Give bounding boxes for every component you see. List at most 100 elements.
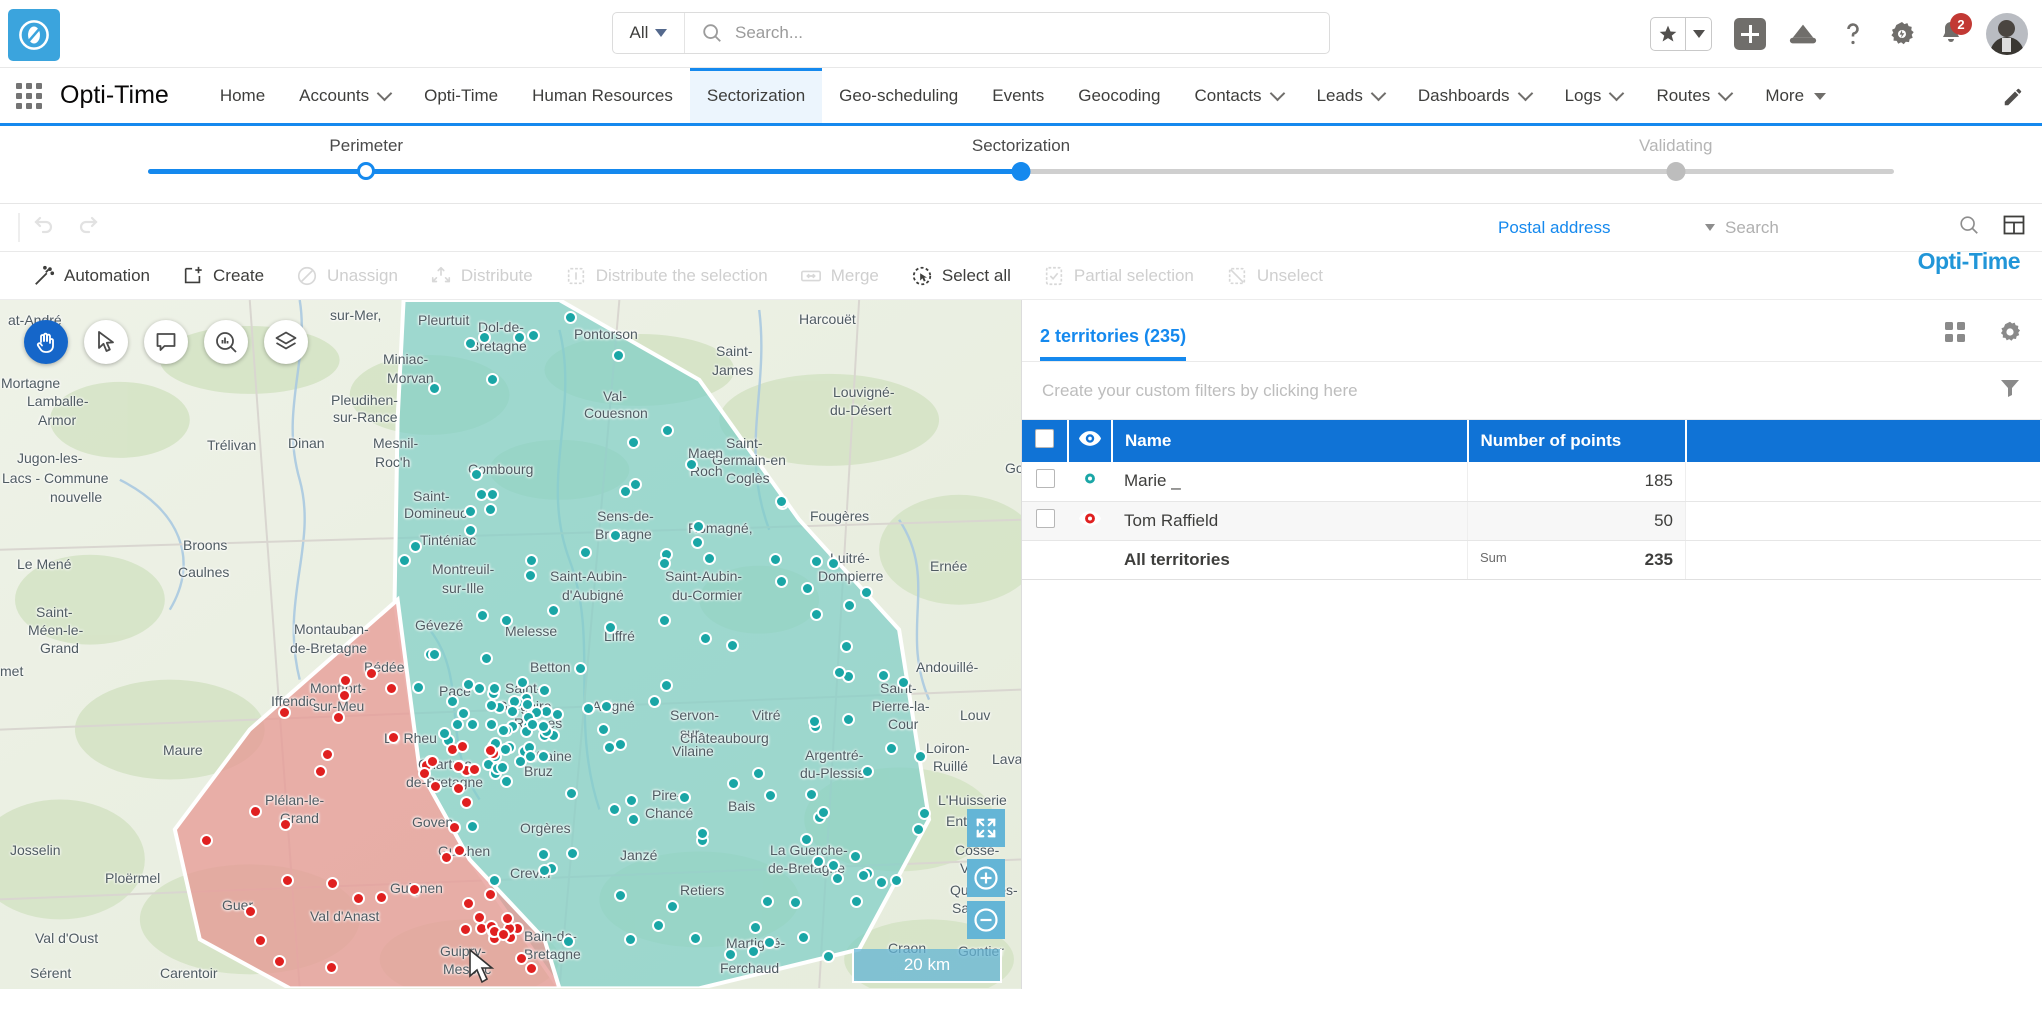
map-point-marie[interactable] xyxy=(799,832,813,846)
map-point-marie[interactable] xyxy=(677,791,691,805)
map-point-marie[interactable] xyxy=(427,647,441,661)
map-point-marie[interactable] xyxy=(874,876,888,890)
map-point-marie[interactable] xyxy=(524,749,538,763)
map-point-tom[interactable] xyxy=(313,764,327,778)
map-point-tom[interactable] xyxy=(451,781,465,795)
row-checkbox[interactable] xyxy=(1035,508,1055,528)
stepper-knob-validating[interactable] xyxy=(1666,162,1686,181)
nav-item-events[interactable]: Events xyxy=(975,68,1061,123)
stepper-label-sectorization[interactable]: Sectorization xyxy=(972,136,1070,156)
visibility-column-header[interactable] xyxy=(1068,420,1113,462)
map-point-marie[interactable] xyxy=(561,935,575,949)
filter-funnel-icon[interactable] xyxy=(1998,376,2022,405)
row-visibility-cell[interactable] xyxy=(1068,462,1112,502)
map-point-marie[interactable] xyxy=(526,717,540,731)
map-point-tom[interactable] xyxy=(458,922,472,936)
cloud-app-icon[interactable] xyxy=(1788,21,1818,47)
map-point-tom[interactable] xyxy=(525,961,539,975)
map-point-marie[interactable] xyxy=(475,487,489,501)
map-point-marie[interactable] xyxy=(477,331,491,345)
global-create-icon[interactable] xyxy=(1734,18,1766,50)
notifications-bell-icon[interactable]: 2 xyxy=(1938,13,1972,48)
map-point-tom[interactable] xyxy=(459,796,473,810)
address-mode-selector[interactable]: Postal address xyxy=(1498,218,1610,238)
eye-icon[interactable] xyxy=(1079,471,1101,491)
fullscreen-button[interactable] xyxy=(967,809,1005,847)
action-select-all[interactable]: Select all xyxy=(898,252,1024,299)
favorites-star-icon[interactable] xyxy=(1651,18,1685,50)
search-icon[interactable] xyxy=(1958,214,1980,241)
zoom-in-button[interactable] xyxy=(967,859,1005,897)
map-point-marie[interactable] xyxy=(626,812,640,826)
map-point-tom[interactable] xyxy=(324,960,338,974)
stepper-label-validating[interactable]: Validating xyxy=(1639,136,1712,156)
map-point-marie[interactable] xyxy=(821,949,835,963)
map-point-marie[interactable] xyxy=(624,794,638,807)
address-search-input[interactable] xyxy=(1725,217,1925,238)
map-point-marie[interactable] xyxy=(917,806,931,820)
map-point-marie[interactable] xyxy=(613,888,627,902)
map-point-marie[interactable] xyxy=(877,668,891,682)
map-point-marie[interactable] xyxy=(684,457,698,471)
layers-tool[interactable] xyxy=(264,320,308,364)
favorites-caret-icon[interactable] xyxy=(1685,18,1711,50)
redo-icon[interactable] xyxy=(76,213,100,242)
map-point-marie[interactable] xyxy=(487,874,501,888)
map-point-marie[interactable] xyxy=(804,787,818,801)
map-point-tom[interactable] xyxy=(320,748,334,762)
undo-icon[interactable] xyxy=(32,213,56,242)
map-point-tom[interactable] xyxy=(248,805,262,819)
comment-tooltip-tool[interactable] xyxy=(144,320,188,364)
map-point-marie[interactable] xyxy=(537,719,551,733)
map-point-marie[interactable] xyxy=(651,919,665,933)
pencil-edit-icon[interactable] xyxy=(2002,86,2024,113)
map-point-marie[interactable] xyxy=(763,935,777,949)
map-point-marie[interactable] xyxy=(661,423,675,437)
map-point-marie[interactable] xyxy=(600,699,614,713)
user-avatar[interactable] xyxy=(1986,13,2028,55)
row-checkbox[interactable] xyxy=(1035,469,1055,489)
map-point-marie[interactable] xyxy=(703,551,717,565)
map-point-tom[interactable] xyxy=(374,890,388,904)
map-point-marie[interactable] xyxy=(457,706,471,720)
map-point-tom[interactable] xyxy=(325,877,339,891)
map-point-marie[interactable] xyxy=(512,331,526,345)
global-search[interactable]: All xyxy=(612,12,1330,54)
nav-item-sectorization[interactable]: Sectorization xyxy=(689,68,823,123)
table-row[interactable]: Tom Raffield 50 xyxy=(1022,501,2041,541)
map-point-marie[interactable] xyxy=(848,850,862,864)
stepper-label-perimeter[interactable]: Perimeter xyxy=(329,136,403,156)
select-all-checkbox-header[interactable] xyxy=(1022,420,1069,462)
map-point-marie[interactable] xyxy=(515,676,529,690)
map-point-marie[interactable] xyxy=(774,494,788,508)
nav-item-contacts[interactable]: Contacts xyxy=(1177,68,1299,123)
tab-territories[interactable]: 2 territories (235) xyxy=(1040,326,1187,361)
map-point-tom[interactable] xyxy=(331,711,345,725)
map-point-marie[interactable] xyxy=(573,662,587,676)
map-point-marie[interactable] xyxy=(484,698,498,712)
map-point-tom[interactable] xyxy=(483,743,497,757)
table-row[interactable]: Marie _ 185 xyxy=(1022,462,2041,502)
map-point-tom[interactable] xyxy=(496,928,510,942)
row-checkbox-cell[interactable] xyxy=(1022,462,1068,502)
column-header-points[interactable]: Number of points xyxy=(1467,420,1687,462)
map-point-marie[interactable] xyxy=(850,894,864,908)
nav-item-dashboards[interactable]: Dashboards xyxy=(1401,68,1548,123)
settings-gear-icon[interactable] xyxy=(1998,320,2022,349)
pointer-select-tool[interactable] xyxy=(84,320,128,364)
map-point-marie[interactable] xyxy=(826,556,840,570)
nav-item-human-resources[interactable]: Human Resources xyxy=(515,68,690,123)
favorites-group[interactable] xyxy=(1650,17,1712,51)
map-point-tom[interactable] xyxy=(426,754,440,768)
action-create[interactable]: Create xyxy=(169,252,277,299)
chevron-down-icon[interactable] xyxy=(1705,224,1715,231)
row-name-cell[interactable]: Marie _ xyxy=(1112,462,1468,502)
map-point-marie[interactable] xyxy=(479,652,493,666)
map-point-tom[interactable] xyxy=(280,873,294,887)
map-point-marie[interactable] xyxy=(764,788,778,802)
map-point-marie[interactable] xyxy=(563,310,577,324)
map-point-tom[interactable] xyxy=(386,730,400,744)
nav-item-home[interactable]: Home xyxy=(203,68,282,123)
nav-item-routes[interactable]: Routes xyxy=(1639,68,1748,123)
map-point-marie[interactable] xyxy=(526,329,540,343)
